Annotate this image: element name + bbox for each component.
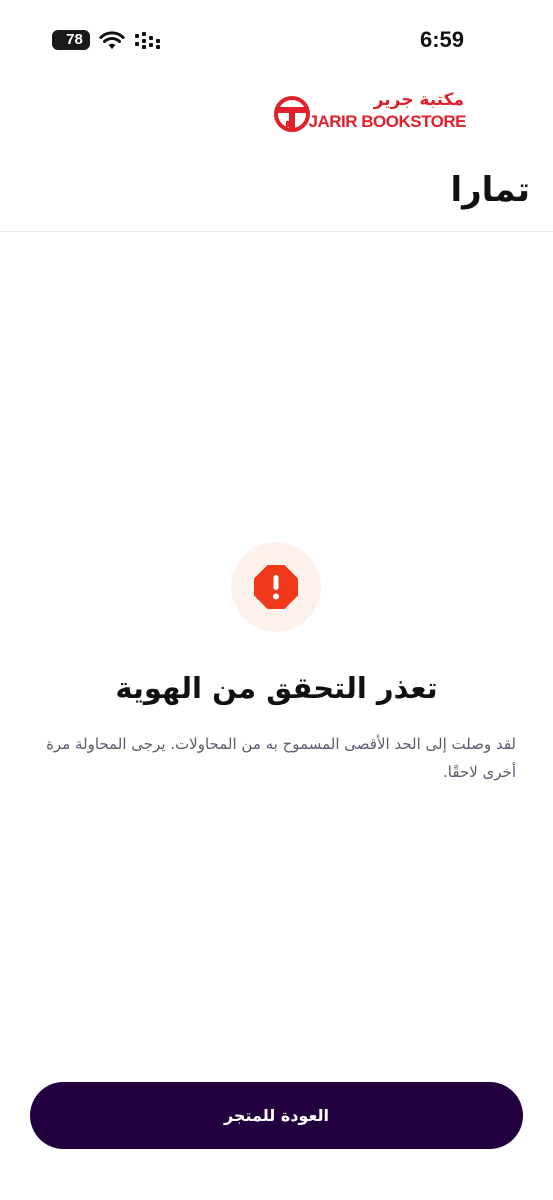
status-bar: 78 6:59 bbox=[0, 0, 553, 80]
battery-level: 78 bbox=[66, 31, 83, 48]
wifi-icon bbox=[99, 31, 125, 49]
verification-failed-screen: 78 6:59 مكتبة جرير JARIR BOOKSTORE تمارا bbox=[0, 0, 553, 1200]
back-to-store-button[interactable]: العودة للمتجر bbox=[30, 1082, 523, 1149]
tamara-logo: تمارا bbox=[450, 170, 530, 210]
status-time: 6:59 bbox=[420, 27, 465, 52]
jarir-logo-english: JARIR BOOKSTORE bbox=[308, 112, 467, 131]
error-badge bbox=[231, 542, 321, 632]
jarir-logo-arabic: مكتبة جرير bbox=[373, 90, 464, 110]
error-title: تعذر التحقق من الهوية bbox=[115, 671, 438, 705]
error-message: لقد وصلت إلى الحد الأقصى المسموح به من ا… bbox=[46, 735, 516, 781]
header-divider bbox=[0, 231, 553, 232]
alert-octagon-icon bbox=[254, 565, 298, 609]
cellular-signal-icon bbox=[135, 32, 160, 49]
battery-icon: 78 bbox=[52, 30, 90, 50]
